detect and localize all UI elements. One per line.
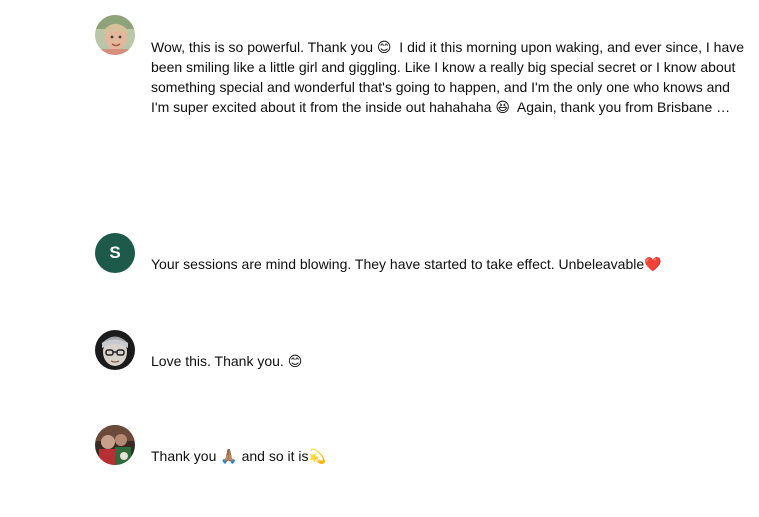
avatar[interactable] bbox=[95, 425, 135, 465]
avatar-letter: S bbox=[109, 243, 121, 262]
user-photo-avatar-icon bbox=[95, 15, 135, 55]
user-photo-avatar-icon bbox=[95, 330, 135, 370]
avatar[interactable]: S bbox=[95, 233, 135, 273]
avatar[interactable] bbox=[95, 15, 135, 55]
comment-text: Wow, this is so powerful. Thank you 😊 I … bbox=[151, 39, 748, 115]
comment-text: Love this. Thank you. 😊 bbox=[151, 353, 303, 369]
user-photo-avatar-icon bbox=[95, 425, 135, 465]
avatar[interactable] bbox=[95, 330, 135, 370]
comment-text: Thank you 🙏🏽 and so it is💫 bbox=[151, 448, 326, 464]
comment-text: Your sessions are mind blowing. They hav… bbox=[151, 256, 662, 272]
